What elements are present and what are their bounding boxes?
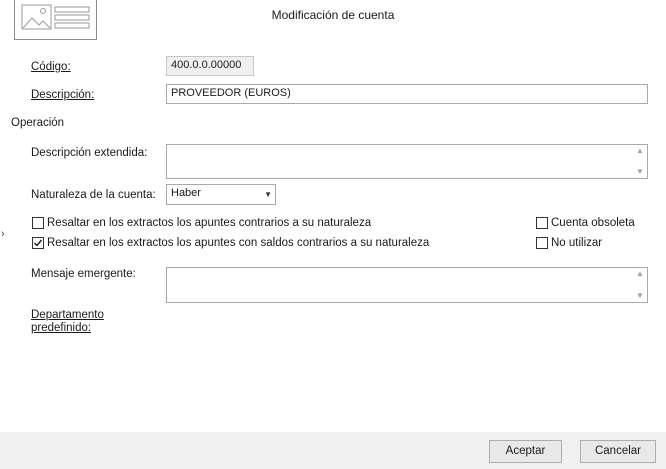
mensaje-emergente-scrollbar[interactable]: ▲ ▼ [633, 268, 647, 302]
scroll-up-icon[interactable]: ▲ [636, 145, 644, 157]
window-title: Modificación de cuenta [271, 8, 395, 22]
resaltar-saldos-checkbox[interactable] [32, 237, 44, 249]
scroll-up-icon[interactable]: ▲ [636, 268, 644, 280]
no-utilizar-checkbox[interactable] [536, 237, 548, 249]
mensaje-emergente-label: Mensaje emergente: [31, 268, 136, 280]
section-operacion-title: Operación [11, 117, 65, 129]
descripcion-extendida-scrollbar[interactable]: ▲ ▼ [633, 145, 647, 178]
no-utilizar-label: No utilizar [551, 237, 603, 249]
codigo-label: Código: [31, 61, 71, 73]
codigo-field[interactable]: 400.0.0.00000 [166, 56, 254, 76]
chevron-down-icon: ▼ [264, 190, 272, 199]
descripcion-extendida-label: Descripción extendida: [31, 147, 148, 159]
scroll-down-icon[interactable]: ▼ [636, 290, 644, 302]
resaltar-contrarios-checkbox[interactable] [32, 217, 44, 229]
scroll-down-icon[interactable]: ▼ [636, 166, 644, 178]
departamento-label-line1[interactable]: Departamento [31, 309, 104, 321]
cancelar-button[interactable]: Cancelar [580, 440, 656, 463]
checkmark-icon [34, 239, 43, 247]
descripcion-field[interactable]: PROVEEDOR (EUROS) [166, 84, 648, 104]
departamento-label-line2[interactable]: predefinido: [31, 322, 91, 334]
cuenta-obsoleta-label: Cuenta obsoleta [551, 217, 635, 229]
naturaleza-select[interactable]: Haber ▼ [166, 184, 276, 205]
aceptar-button[interactable]: Aceptar [489, 440, 562, 463]
dialog-footer [0, 432, 666, 469]
naturaleza-label: Naturaleza de la cuenta: [31, 189, 156, 201]
descripcion-label: Descripción: [31, 89, 95, 101]
cuenta-obsoleta-checkbox[interactable] [536, 217, 548, 229]
resaltar-contrarios-label: Resaltar en los extractos los apuntes co… [47, 217, 372, 229]
mensaje-emergente-textarea[interactable]: ▲ ▼ [166, 267, 648, 303]
resaltar-saldos-label: Resaltar en los extractos los apuntes co… [47, 237, 430, 249]
descripcion-extendida-textarea[interactable]: ▲ ▼ [166, 144, 648, 179]
chevron-right-icon[interactable]: › [1, 228, 5, 240]
naturaleza-selected-value: Haber [171, 187, 201, 199]
